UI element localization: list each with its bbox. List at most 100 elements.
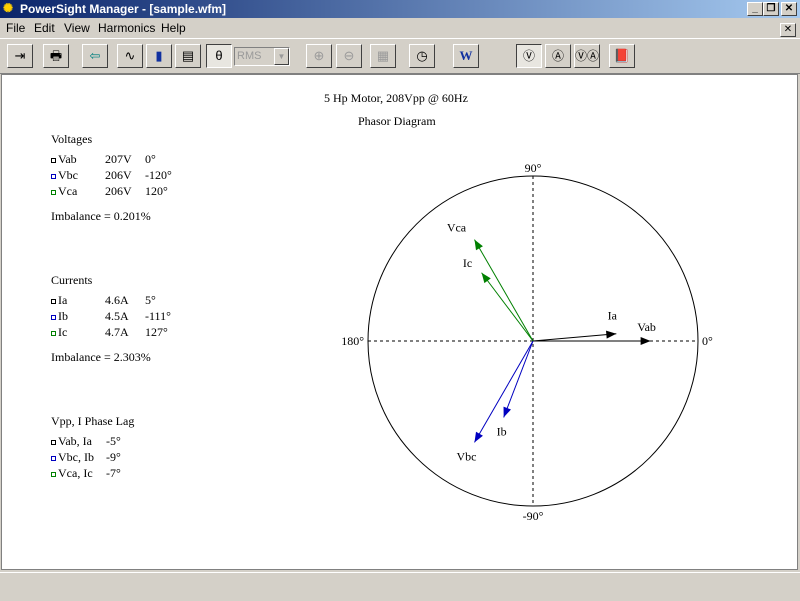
voltage-row-label: Vca <box>58 184 78 198</box>
series-marker-icon <box>51 471 56 477</box>
series-marker-icon <box>51 189 56 195</box>
voltage-row-magnitude: 206V <box>105 184 132 198</box>
clock-button[interactable]: ◷ <box>409 44 435 68</box>
close-button[interactable]: ✕ <box>781 2 797 16</box>
menu-file[interactable]: File <box>6 21 25 35</box>
toolbar: RMS ▼ ⇥ 🖶 ⇦ ∿ ▮ ▤ θ ⊕ ⊖ ▦ ◷ W Ⓥ Ⓐ ⓋⒶ 📕 <box>0 38 800 74</box>
phasor-label-vab: Vab <box>637 320 656 334</box>
properties-button[interactable]: ▦ <box>370 44 396 68</box>
zoom-in-icon: ⊕ <box>313 48 325 63</box>
currents-heading: Currents <box>51 273 93 287</box>
menu-view[interactable]: View <box>64 21 90 35</box>
voltage-row-magnitude: 206V <box>105 168 132 182</box>
zoom-in-button[interactable]: ⊕ <box>306 44 332 68</box>
word-export-button[interactable]: W <box>453 44 479 68</box>
axis-label-180: 180° <box>341 334 364 348</box>
waveform-button[interactable]: ∿ <box>117 44 143 68</box>
current-row-0-name: Ia <box>51 293 67 308</box>
lag-row-1-name: Vbc, Ib <box>51 450 94 465</box>
app-icon: ✺ <box>3 1 14 15</box>
current-row-label: Ic <box>58 325 68 339</box>
lag-row-value: -5° <box>106 434 121 448</box>
report-header: 5 Hp Motor, 208Vpp @ 60Hz <box>324 91 468 105</box>
lag-row-value: -9° <box>106 450 121 464</box>
phasor-label-vca: Vca <box>447 221 467 235</box>
series-marker-icon <box>51 314 56 320</box>
back-arrow-button[interactable]: ⇦ <box>82 44 108 68</box>
report-button[interactable]: ▤ <box>175 44 201 68</box>
phasor-diagram: 90° -90° 180° 0° Vab Vbc Vca Ia Ib Ic <box>341 161 713 523</box>
phasor-label-ic: Ic <box>463 256 472 270</box>
lag-row-label: Vbc, Ib <box>58 450 94 464</box>
menu-help[interactable]: Help <box>161 21 186 35</box>
menu-edit[interactable]: Edit <box>34 21 55 35</box>
lag-row-label: Vca, Ic <box>58 466 93 480</box>
series-marker-icon <box>51 298 56 304</box>
print-button[interactable]: 🖶 <box>43 44 69 68</box>
zoom-out-button[interactable]: ⊖ <box>336 44 362 68</box>
voltage-phasor-button[interactable]: Ⓥ <box>516 44 542 68</box>
series-marker-icon <box>51 173 56 179</box>
menu-bar: File Edit View Harmonics Help ✕ <box>0 18 800 38</box>
voltage-row-angle: 120° <box>145 184 168 198</box>
current-row-magnitude: 4.7A <box>105 325 129 339</box>
status-bar <box>0 572 800 601</box>
rms-select-value: RMS <box>237 50 262 62</box>
exit-button[interactable]: ⇥ <box>7 44 33 68</box>
word-export-icon: W <box>459 48 473 63</box>
va-phasor-icon: ⓋⒶ <box>575 49 600 63</box>
voltages-heading: Voltages <box>51 132 93 146</box>
diagram-title: Phasor Diagram <box>358 114 436 128</box>
phasor-vector-ic <box>481 272 534 342</box>
rms-select[interactable]: RMS ▼ <box>234 47 290 66</box>
harmonics-bars-icon: ▮ <box>155 48 163 63</box>
exit-icon: ⇥ <box>14 48 26 63</box>
harmonics-bars-button[interactable]: ▮ <box>146 44 172 68</box>
voltage-row-0-name: Vab <box>51 152 77 167</box>
current-phasor-button[interactable]: Ⓐ <box>545 44 571 68</box>
current-row-magnitude: 4.5A <box>105 309 129 323</box>
current-imbalance: Imbalance = 2.303% <box>51 350 151 364</box>
phasor-vector-ib <box>503 340 534 418</box>
current-row-label: Ia <box>58 293 68 307</box>
va-phasor-button[interactable]: ⓋⒶ <box>574 44 600 68</box>
help-book-icon: 📕 <box>613 48 631 63</box>
maximize-button[interactable]: ❐ <box>763 2 779 16</box>
phasor-arrowhead-vbc <box>474 431 483 443</box>
current-row-label: Ib <box>58 309 68 323</box>
current-row-magnitude: 4.6A <box>105 293 129 307</box>
axis-label-minus-90: -90° <box>523 509 544 523</box>
phasor-vector-vca <box>474 239 534 342</box>
voltage-row-angle: 0° <box>145 152 156 166</box>
help-book-button[interactable]: 📕 <box>609 44 635 68</box>
lag-heading: Vpp, I Phase Lag <box>51 414 135 428</box>
phasor-icon: θ <box>215 48 223 63</box>
report-area: 5 Hp Motor, 208Vpp @ 60Hz Phasor Diagram… <box>1 74 798 570</box>
current-row-2-name: Ic <box>51 325 67 340</box>
voltage-row-1-name: Vbc <box>51 168 78 183</box>
series-marker-icon <box>51 330 56 336</box>
phasor-arrowhead-ic <box>481 272 491 284</box>
axis-label-90: 90° <box>525 161 542 175</box>
voltage-phasor-icon: Ⓥ <box>522 49 535 63</box>
voltage-imbalance: Imbalance = 0.201% <box>51 209 151 223</box>
minimize-button[interactable]: _ <box>747 2 763 16</box>
series-marker-icon <box>51 157 56 163</box>
chevron-down-icon[interactable]: ▼ <box>274 48 289 65</box>
phasor-arrowhead-vab <box>640 337 651 345</box>
clock-icon: ◷ <box>416 48 428 63</box>
current-row-angle: -111° <box>145 309 171 323</box>
menu-harmonics[interactable]: Harmonics <box>98 21 155 35</box>
lag-row-0-name: Vab, Ia <box>51 434 92 449</box>
current-row-angle: 5° <box>145 293 156 307</box>
title-bar: ✺ PowerSight Manager - [sample.wfm] _ ❐ … <box>0 0 800 18</box>
voltage-row-label: Vbc <box>58 168 78 182</box>
voltage-row-magnitude: 207V <box>105 152 132 166</box>
phasor-arrowhead-ib <box>503 406 511 418</box>
voltage-row-label: Vab <box>58 152 77 166</box>
axis-label-0: 0° <box>702 334 713 348</box>
current-row-angle: 127° <box>145 325 168 339</box>
mdi-close-button[interactable]: ✕ <box>780 23 796 37</box>
phasor-button[interactable]: θ <box>206 44 232 68</box>
current-phasor-icon: Ⓐ <box>551 49 564 63</box>
